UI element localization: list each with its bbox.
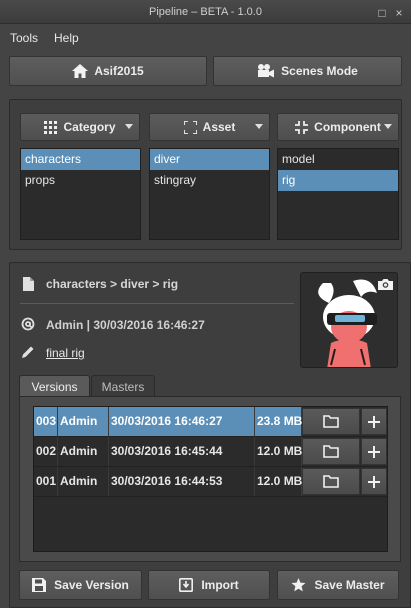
- version-date: 30/03/2016 16:46:27: [109, 407, 255, 436]
- pencil-icon: [22, 346, 34, 358]
- home-icon: [72, 64, 89, 78]
- version-size: 12.0 MB: [255, 437, 302, 466]
- expand-icon: [183, 120, 197, 134]
- chevron-down-icon: [255, 124, 263, 129]
- project-label: Asif2015: [94, 64, 144, 78]
- list-item[interactable]: props: [21, 170, 140, 191]
- list-item[interactable]: characters: [21, 149, 140, 170]
- chevron-down-icon: [384, 124, 392, 129]
- save-master-label: Save Master: [314, 578, 385, 592]
- table-row[interactable]: 003 Admin 30/03/2016 16:46:27 23.8 MB: [34, 407, 387, 437]
- comment-link[interactable]: final rig: [46, 346, 85, 360]
- list-item[interactable]: model: [278, 149, 398, 170]
- chevron-down-icon: [125, 124, 133, 129]
- floppy-disk-icon: [32, 578, 47, 592]
- file-icon: [23, 277, 34, 291]
- open-folder-button[interactable]: [302, 468, 360, 495]
- save-master-button[interactable]: Save Master: [277, 570, 399, 600]
- menu-tools[interactable]: Tools: [10, 30, 38, 46]
- list-item[interactable]: stingray: [150, 170, 269, 191]
- open-folder-button[interactable]: [302, 408, 360, 435]
- version-size: 23.8 MB: [255, 407, 302, 436]
- grid-icon: [44, 120, 58, 134]
- list-item[interactable]: rig: [278, 170, 398, 191]
- version-date: 30/03/2016 16:44:53: [109, 467, 255, 496]
- add-button[interactable]: [361, 468, 387, 495]
- component-label: Component: [314, 120, 381, 134]
- scenes-mode-label: Scenes Mode: [281, 64, 358, 78]
- category-list[interactable]: characters props: [20, 148, 141, 240]
- at-icon: [21, 317, 35, 331]
- tab-versions[interactable]: Versions: [19, 375, 90, 397]
- open-folder-button[interactable]: [302, 438, 360, 465]
- versions-table: 003 Admin 30/03/2016 16:46:27 23.8 MB 00…: [33, 406, 388, 552]
- compress-icon: [295, 120, 309, 134]
- divider: [20, 303, 294, 304]
- camera-icon[interactable]: [378, 278, 393, 290]
- version-number: 002: [34, 437, 58, 466]
- version-date: 30/03/2016 16:45:44: [109, 437, 255, 466]
- version-author: Admin: [58, 467, 109, 496]
- folder-icon: [323, 475, 339, 488]
- save-version-label: Save Version: [54, 578, 129, 592]
- download-icon: [179, 578, 194, 592]
- plus-icon: [368, 415, 380, 428]
- table-row[interactable]: 002 Admin 30/03/2016 16:45:44 12.0 MB: [34, 437, 387, 467]
- plus-icon: [368, 445, 380, 458]
- plus-icon: [368, 475, 380, 488]
- author-date: Admin | 30/03/2016 16:46:27: [46, 318, 205, 332]
- list-item[interactable]: diver: [150, 149, 269, 170]
- save-version-button[interactable]: Save Version: [19, 570, 142, 600]
- maximize-icon[interactable]: □: [376, 7, 388, 19]
- add-button[interactable]: [361, 438, 387, 465]
- window-title: Pipeline – BETA - 1.0.0: [149, 6, 262, 18]
- folder-icon: [323, 415, 339, 428]
- scenes-mode-button[interactable]: Scenes Mode: [213, 56, 402, 86]
- video-camera-icon: [258, 64, 275, 78]
- import-button[interactable]: Import: [148, 570, 270, 600]
- import-label: Import: [201, 578, 239, 592]
- folder-icon: [323, 445, 339, 458]
- component-dropdown[interactable]: Component: [277, 113, 399, 141]
- component-list[interactable]: model rig: [277, 148, 399, 240]
- table-row[interactable]: 001 Admin 30/03/2016 16:44:53 12.0 MB: [34, 467, 387, 497]
- asset-list[interactable]: diver stingray: [149, 148, 270, 240]
- asset-label: Asset: [202, 120, 236, 134]
- version-number: 001: [34, 467, 58, 496]
- close-icon[interactable]: ×: [393, 7, 405, 19]
- menu-help[interactable]: Help: [54, 30, 79, 46]
- version-author: Admin: [58, 437, 109, 466]
- breadcrumb: characters > diver > rig: [46, 277, 179, 291]
- category-dropdown[interactable]: Category: [20, 113, 140, 141]
- version-number: 003: [34, 407, 58, 436]
- star-icon: [291, 578, 306, 592]
- asset-dropdown[interactable]: Asset: [149, 113, 270, 141]
- add-button[interactable]: [361, 408, 387, 435]
- version-size: 12.0 MB: [255, 467, 302, 496]
- project-button[interactable]: Asif2015: [9, 56, 207, 86]
- version-author: Admin: [58, 407, 109, 436]
- tab-masters[interactable]: Masters: [91, 375, 155, 397]
- category-label: Category: [63, 120, 116, 134]
